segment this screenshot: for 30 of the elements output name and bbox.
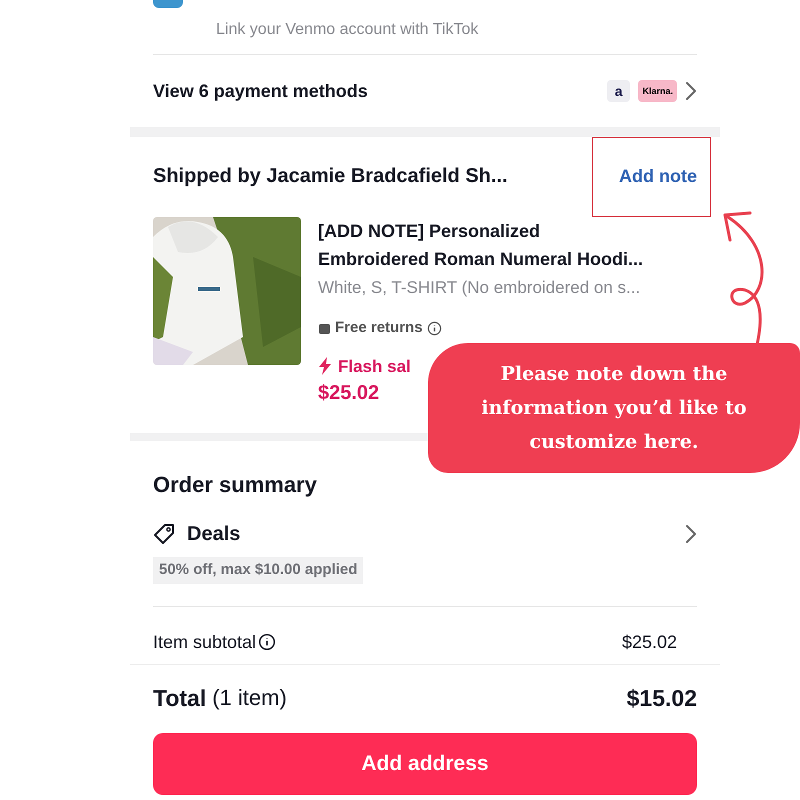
- deals-row[interactable]: Deals: [153, 519, 697, 549]
- product-title: [ADD NOTE] Personalized: [318, 220, 542, 243]
- deal-chip: 50% off, max $10.00 applied: [153, 557, 364, 584]
- order-summary-title: Order summary: [153, 471, 318, 499]
- subtotal-amount: $25.02: [622, 630, 677, 654]
- affirm-badge: a: [606, 80, 630, 102]
- lightning-icon: [318, 357, 332, 376]
- tag-icon: [153, 523, 175, 545]
- free-returns-label: Free returns: [335, 318, 423, 338]
- flash-sale-label: Flash sal: [338, 356, 411, 378]
- total-count: (1 item): [212, 684, 287, 712]
- total-amount: $15.02: [626, 684, 697, 712]
- product-title: Embroidered Roman Numeral Hoodi...: [318, 248, 644, 271]
- klarna-badge: Klarna.: [638, 80, 677, 102]
- product-variant: White, S, T-SHIRT (No embroidered on s...: [318, 277, 642, 299]
- add-note-link[interactable]: Add note: [619, 162, 697, 190]
- total-label: Total: [153, 684, 206, 712]
- payment-methods-label: View 6 payment methods: [153, 80, 369, 103]
- seller-title: Shipped by Jacamie Bradcafield Sh...: [153, 164, 508, 189]
- return-icon: [318, 322, 331, 335]
- callout-text: Please note down the information you’d like to customize here.: [480, 362, 748, 455]
- subtotal-label: Item subtotal: [153, 630, 256, 654]
- venmo-subtitle: Link your Venmo account with TikTok: [216, 20, 480, 40]
- add-address-button[interactable]: Add address: [153, 733, 697, 795]
- payment-methods-row[interactable]: View 6 payment methods a Klarna.: [153, 55, 697, 127]
- deals-label: Deals: [187, 522, 242, 547]
- chevron-right-icon: [685, 81, 697, 101]
- info-icon: [426, 320, 442, 336]
- chevron-right-icon: [685, 524, 697, 544]
- info-icon: [258, 633, 276, 651]
